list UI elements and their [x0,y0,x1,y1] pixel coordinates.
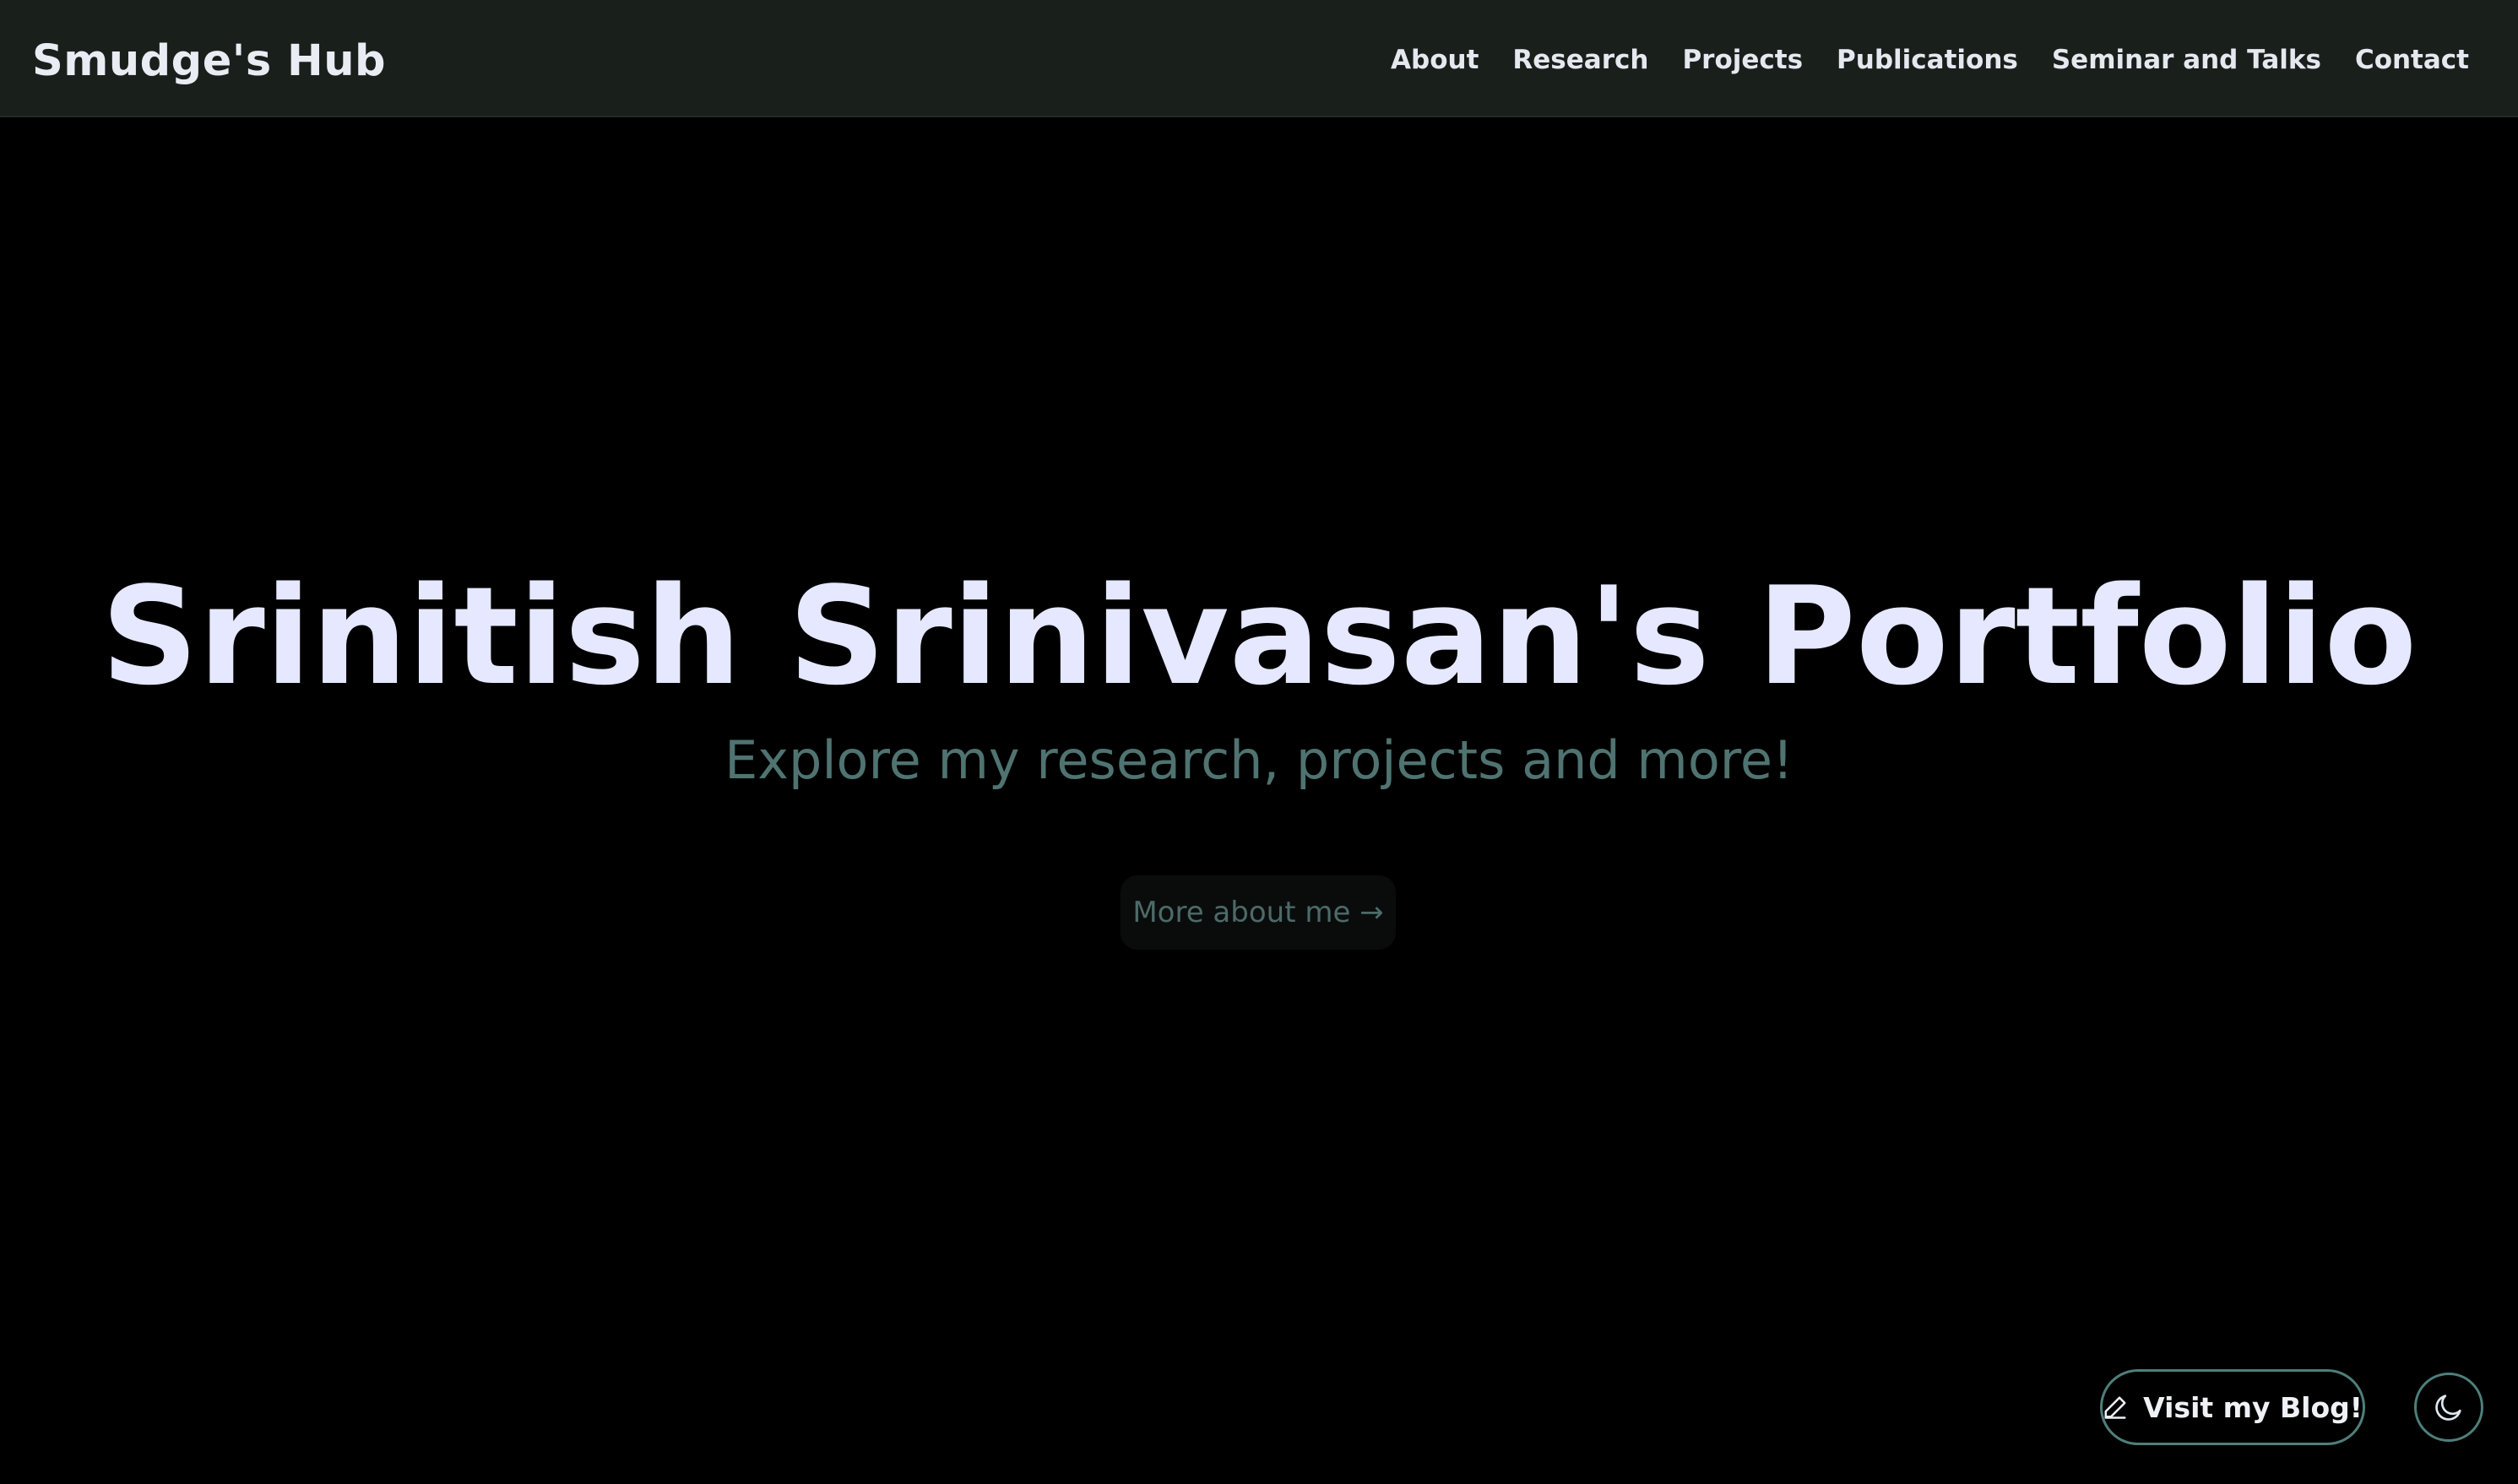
page: Smudge's Hub About Research Projects Pub… [0,0,2518,1484]
theme-toggle-button[interactable] [2414,1373,2483,1442]
more-about-me-button[interactable]: More about me → [1121,875,1396,950]
site-brand[interactable]: Smudge's Hub [32,32,386,91]
visit-blog-label: Visit my Blog! [2143,1390,2363,1424]
nav-link-seminar-and-talks[interactable]: Seminar and Talks [2052,45,2321,75]
visit-blog-button[interactable]: Visit my Blog! [2100,1369,2365,1445]
hero-subtitle: Explore my research, projects and more! [724,729,1794,791]
main-nav: About Research Projects Publications Sem… [1391,37,2469,83]
hero-section: Srinitish Srinivasan's Portfolio Explore… [0,117,2518,1484]
nav-link-about[interactable]: About [1391,45,1479,75]
pencil-icon [2103,1395,2128,1420]
nav-link-contact[interactable]: Contact [2355,45,2469,75]
nav-link-projects[interactable]: Projects [1682,45,1803,75]
moon-icon [2435,1395,2461,1421]
top-navbar: Smudge's Hub About Research Projects Pub… [0,0,2518,117]
nav-link-research[interactable]: Research [1512,45,1648,75]
hero-title: Srinitish Srinivasan's Portfolio [100,557,2418,715]
nav-link-publications[interactable]: Publications [1837,45,2018,75]
